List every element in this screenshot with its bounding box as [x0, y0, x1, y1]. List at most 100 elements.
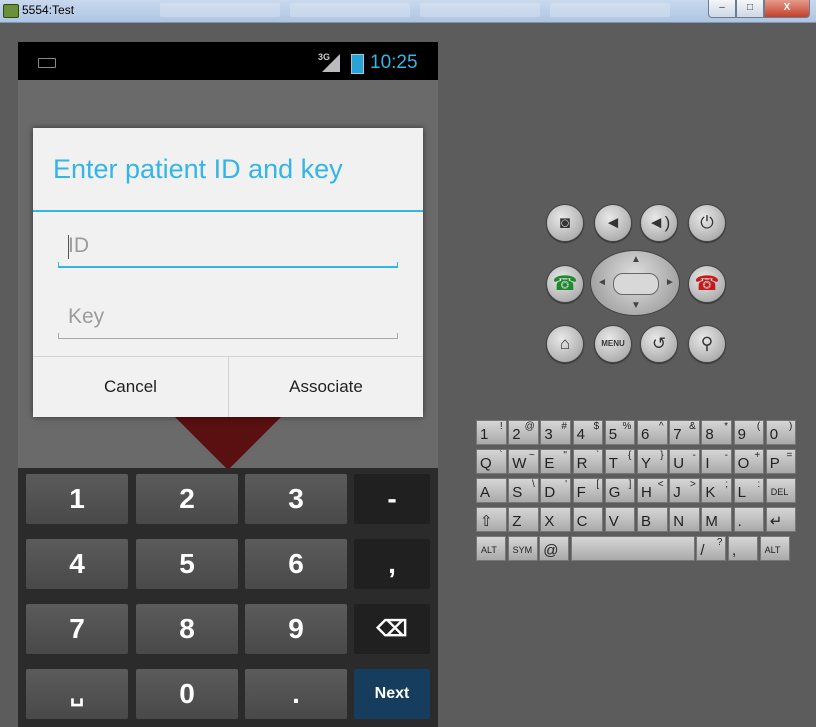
kbd-key-alt-label: ?: [716, 537, 723, 548]
window-title-bar: 5554:Test – □ X: [0, 0, 816, 23]
kbd-key-0-3[interactable]: 4 $: [572, 420, 604, 445]
kbd-key-3-6[interactable]: N: [669, 507, 700, 532]
dpad-center-button[interactable]: [613, 273, 659, 295]
kbd-key-3-1[interactable]: Z: [508, 507, 539, 532]
kbd-key-1-2[interactable]: E ": [540, 449, 571, 474]
kbd-key-0-6[interactable]: 7 &: [669, 420, 700, 445]
kbd-key-2-3[interactable]: F[: [572, 478, 604, 503]
kbd-key-4-4[interactable]: /?: [696, 536, 727, 561]
key-1[interactable]: 1: [26, 474, 128, 524]
key-period[interactable]: .: [245, 669, 347, 719]
kbd-key-0-0[interactable]: 1!: [476, 420, 507, 445]
dpad-left-icon[interactable]: ◄: [597, 277, 607, 288]
dpad-right-icon[interactable]: ►: [665, 277, 675, 288]
kbd-key-label: ALT: [764, 545, 781, 555]
back-button[interactable]: ↺: [640, 325, 678, 363]
kbd-key-label: @: [543, 542, 559, 559]
key-0[interactable]: 0: [136, 669, 238, 719]
dpad-down-icon[interactable]: ▼: [631, 300, 641, 311]
camera-button[interactable]: ◙: [546, 204, 584, 242]
kbd-key-4-1[interactable]: SYM: [507, 536, 538, 561]
kbd-key-label: F: [576, 484, 586, 501]
close-button[interactable]: X: [764, 0, 810, 18]
backspace-key[interactable]: ⌫: [354, 604, 430, 654]
associate-button[interactable]: Associate: [229, 357, 423, 417]
kbd-key-0-5[interactable]: 6 ^: [637, 420, 668, 445]
kbd-key-alt-label: >: [689, 479, 696, 490]
menu-label: MENU: [601, 339, 625, 348]
key-comma[interactable]: ,: [354, 539, 430, 589]
search-button[interactable]: ⚲: [688, 325, 726, 363]
end-call-button[interactable]: ☎: [688, 265, 726, 303]
kbd-key-2-6[interactable]: J >: [669, 478, 700, 503]
kbd-key-3-2[interactable]: X: [540, 507, 571, 532]
kbd-key-label: 5: [608, 426, 618, 443]
kbd-key-alt-label: `: [499, 450, 503, 461]
volume-down-button[interactable]: ◄: [594, 204, 632, 242]
volume-up-button[interactable]: ◄): [640, 204, 678, 242]
id-input[interactable]: [58, 228, 398, 264]
kbd-key-1-8[interactable]: O +: [733, 449, 765, 474]
home-button[interactable]: ⌂: [546, 325, 584, 363]
dpad-up-icon[interactable]: ▲: [631, 254, 641, 265]
kbd-key-3-3[interactable]: C: [572, 507, 604, 532]
key-7[interactable]: 7: [26, 604, 128, 654]
kbd-key-alt-label: [: [596, 479, 600, 490]
kbd-key-3-7[interactable]: M: [701, 507, 732, 532]
key-8[interactable]: 8: [136, 604, 238, 654]
dpad[interactable]: ▲ ▼ ◄ ►: [590, 250, 680, 316]
kbd-key-1-5[interactable]: Y}: [637, 449, 668, 474]
key-input[interactable]: [58, 299, 398, 335]
kbd-key-3-9[interactable]: ↵: [765, 507, 797, 532]
kbd-key-4-6[interactable]: ALT: [759, 536, 790, 561]
kbd-key-1-0[interactable]: Q `: [476, 449, 507, 474]
kbd-key-2-8[interactable]: L:: [733, 478, 765, 503]
kbd-key-3-5[interactable]: B: [637, 507, 668, 532]
id-field[interactable]: [58, 228, 398, 268]
key-9[interactable]: 9: [245, 604, 347, 654]
key-5[interactable]: 5: [136, 539, 238, 589]
kbd-key-0-1[interactable]: 2 @: [508, 420, 539, 445]
minimize-button[interactable]: –: [708, 0, 736, 18]
kbd-key-label: H: [641, 484, 652, 501]
key-6[interactable]: 6: [245, 539, 347, 589]
kbd-key-2-1[interactable]: S \: [508, 478, 539, 503]
kbd-key-1-4[interactable]: T{: [604, 449, 636, 474]
kbd-key-4-3[interactable]: [570, 536, 695, 561]
kbd-key-2-9[interactable]: DEL: [765, 478, 797, 503]
kbd-key-0-9[interactable]: 0): [765, 420, 797, 445]
kbd-key-1-1[interactable]: W ~: [508, 449, 539, 474]
call-button[interactable]: ☎: [546, 265, 584, 303]
kbd-key-4-2[interactable]: @: [539, 536, 570, 561]
cancel-button[interactable]: Cancel: [33, 357, 229, 417]
key-4[interactable]: 4: [26, 539, 128, 589]
kbd-key-4-0[interactable]: ALT: [476, 536, 506, 561]
kbd-key-2-0[interactable]: A: [476, 478, 507, 503]
kbd-key-1-7[interactable]: I-: [701, 449, 732, 474]
key-field[interactable]: [58, 299, 398, 339]
key-2[interactable]: 2: [136, 474, 238, 524]
kbd-key-1-6[interactable]: U-: [669, 449, 700, 474]
kbd-key-1-3[interactable]: R `: [572, 449, 604, 474]
kbd-key-label: X: [544, 513, 555, 530]
kbd-key-0-2[interactable]: 3 #: [540, 420, 571, 445]
menu-button[interactable]: MENU: [594, 325, 632, 363]
kbd-key-3-8[interactable]: .: [733, 507, 765, 532]
maximize-button[interactable]: □: [736, 0, 764, 18]
power-button[interactable]: ⏻: [688, 204, 726, 242]
kbd-key-3-4[interactable]: V: [604, 507, 636, 532]
kbd-key-0-8[interactable]: 9(: [733, 420, 765, 445]
kbd-key-2-2[interactable]: D ': [540, 478, 571, 503]
kbd-key-4-5[interactable]: ,: [728, 536, 758, 561]
key-3[interactable]: 3: [245, 474, 347, 524]
next-key[interactable]: Next: [354, 669, 430, 719]
key-minus[interactable]: -: [354, 474, 430, 524]
kbd-key-0-7[interactable]: 8 *: [701, 420, 732, 445]
kbd-key-3-0[interactable]: ⇧: [476, 507, 507, 532]
kbd-key-2-7[interactable]: K;: [701, 478, 732, 503]
space-key[interactable]: ␣: [26, 669, 128, 719]
kbd-key-1-9[interactable]: P =: [765, 449, 797, 474]
kbd-key-2-4[interactable]: G]: [604, 478, 636, 503]
kbd-key-0-4[interactable]: 5%: [604, 420, 636, 445]
kbd-key-2-5[interactable]: H <: [637, 478, 668, 503]
